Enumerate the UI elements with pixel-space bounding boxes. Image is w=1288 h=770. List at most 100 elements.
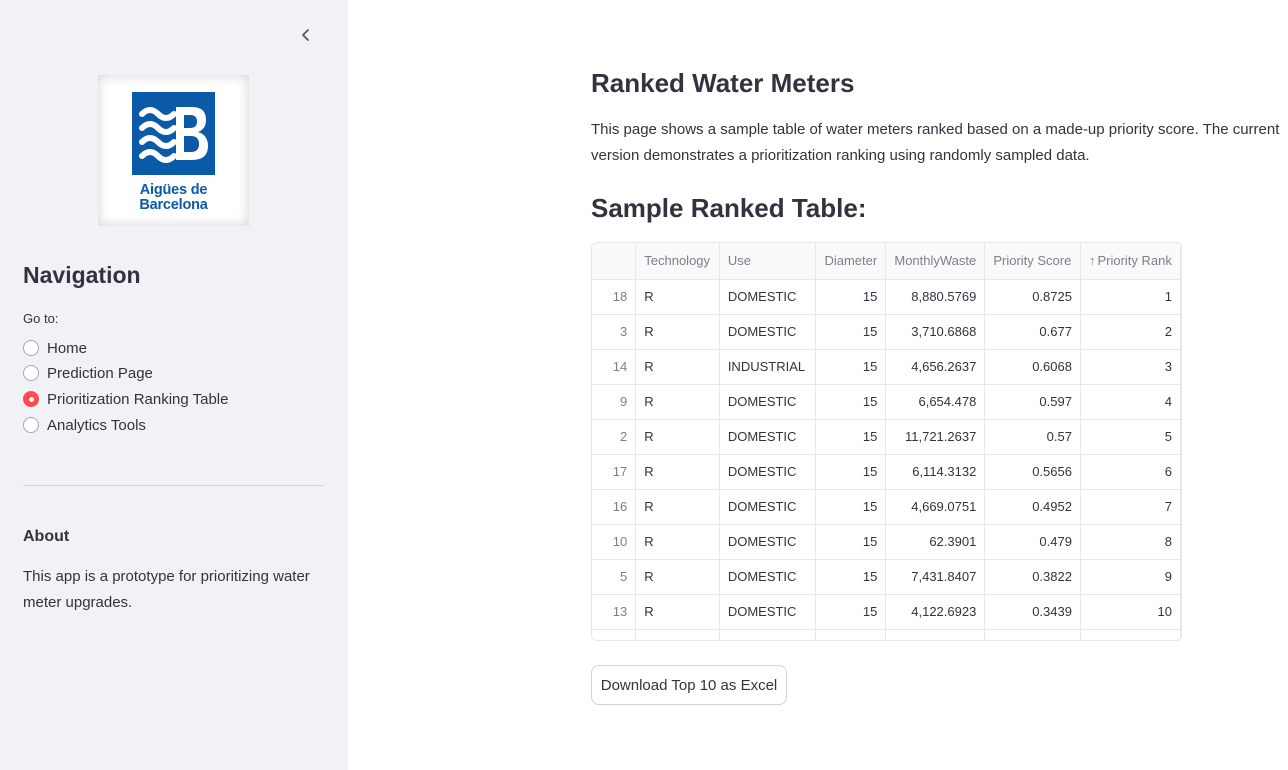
cell-use[interactable]: DOMESTIC xyxy=(719,524,817,560)
column-header-index[interactable] xyxy=(592,243,637,280)
table-row[interactable]: 14 R INDUSTRIAL 15 4,656.2637 0.6068 3 xyxy=(592,349,1181,385)
row-index[interactable]: 9 xyxy=(592,384,637,420)
cell-diameter[interactable]: 15 xyxy=(815,419,887,455)
cell-technology[interactable]: R xyxy=(635,314,720,350)
cell-use[interactable]: DOMESTIC xyxy=(719,454,817,490)
table-row[interactable]: 3 R DOMESTIC 15 3,710.6868 0.677 2 xyxy=(592,314,1181,350)
nav-option-home[interactable]: Home xyxy=(23,337,87,359)
row-index[interactable]: 2 xyxy=(592,419,637,455)
cell-diameter[interactable]: 15 xyxy=(815,454,887,490)
radio-button[interactable] xyxy=(23,340,39,356)
row-index[interactable]: 17 xyxy=(592,454,637,490)
column-header-diameter[interactable]: Diameter xyxy=(815,243,887,280)
table-row[interactable]: 9 R DOMESTIC 15 6,654.478 0.597 4 xyxy=(592,384,1181,420)
cell-use[interactable]: INDUSTRIAL xyxy=(719,349,817,385)
cell-technology[interactable] xyxy=(635,629,720,640)
radio-button-selected[interactable] xyxy=(23,391,39,407)
cell-monthlywaste[interactable]: 6,654.478 xyxy=(885,384,986,420)
cell-priority-rank[interactable]: 5 xyxy=(1080,419,1181,455)
cell-monthlywaste[interactable]: 7,431.8407 xyxy=(885,559,986,595)
cell-technology[interactable]: R xyxy=(635,524,720,560)
table-row[interactable]: 13 R DOMESTIC 15 4,122.6923 0.3439 10 xyxy=(592,594,1181,630)
column-header-monthlywaste[interactable]: MonthlyWaste xyxy=(885,243,986,280)
cell-priority-score[interactable]: 0.5656 xyxy=(984,454,1081,490)
table-row[interactable]: 10 R DOMESTIC 15 62.3901 0.479 8 xyxy=(592,524,1181,560)
cell-diameter[interactable]: 15 xyxy=(815,489,887,525)
row-index[interactable]: 18 xyxy=(592,279,637,315)
cell-priority-rank[interactable]: 9 xyxy=(1080,559,1181,595)
table-row[interactable] xyxy=(592,629,1181,640)
row-index[interactable]: 5 xyxy=(592,559,637,595)
cell-priority-rank[interactable]: 3 xyxy=(1080,349,1181,385)
cell-priority-score[interactable]: 0.57 xyxy=(984,419,1081,455)
cell-monthlywaste[interactable] xyxy=(885,629,986,640)
cell-technology[interactable]: R xyxy=(635,594,720,630)
cell-monthlywaste[interactable]: 4,669.0751 xyxy=(885,489,986,525)
column-header-technology[interactable]: Technology xyxy=(635,243,720,280)
cell-priority-score[interactable]: 0.6068 xyxy=(984,349,1081,385)
cell-use[interactable]: DOMESTIC xyxy=(719,419,817,455)
cell-use[interactable]: DOMESTIC xyxy=(719,594,817,630)
cell-priority-score[interactable]: 0.597 xyxy=(984,384,1081,420)
row-index[interactable]: 3 xyxy=(592,314,637,350)
cell-diameter[interactable]: 15 xyxy=(815,349,887,385)
cell-diameter[interactable]: 15 xyxy=(815,524,887,560)
cell-priority-rank[interactable]: 6 xyxy=(1080,454,1181,490)
cell-use[interactable]: DOMESTIC xyxy=(719,559,817,595)
cell-diameter[interactable]: 15 xyxy=(815,314,887,350)
cell-monthlywaste[interactable]: 4,122.6923 xyxy=(885,594,986,630)
column-header-priority-score[interactable]: Priority Score xyxy=(984,243,1081,280)
table-row[interactable]: 16 R DOMESTIC 15 4,669.0751 0.4952 7 xyxy=(592,489,1181,525)
cell-diameter[interactable]: 15 xyxy=(815,594,887,630)
cell-technology[interactable]: R xyxy=(635,419,720,455)
cell-priority-score[interactable] xyxy=(984,629,1081,640)
nav-option-prediction-page[interactable]: Prediction Page xyxy=(23,362,153,384)
ranked-table[interactable]: Technology Use Diameter MonthlyWaste Pri… xyxy=(591,242,1182,641)
cell-use[interactable]: DOMESTIC xyxy=(719,279,817,315)
cell-priority-score[interactable]: 0.3439 xyxy=(984,594,1081,630)
table-row[interactable]: 18 R DOMESTIC 15 8,880.5769 0.8725 1 xyxy=(592,279,1181,315)
cell-priority-score[interactable]: 0.3822 xyxy=(984,559,1081,595)
cell-monthlywaste[interactable]: 62.3901 xyxy=(885,524,986,560)
column-header-priority-rank[interactable]: ↑ Priority Rank xyxy=(1080,243,1181,280)
cell-priority-score[interactable]: 0.8725 xyxy=(984,279,1081,315)
cell-priority-rank[interactable]: 8 xyxy=(1080,524,1181,560)
cell-technology[interactable]: R xyxy=(635,349,720,385)
download-excel-button[interactable]: Download Top 10 as Excel xyxy=(591,665,787,705)
radio-button[interactable] xyxy=(23,417,39,433)
cell-monthlywaste[interactable]: 4,656.2637 xyxy=(885,349,986,385)
cell-priority-rank[interactable]: 7 xyxy=(1080,489,1181,525)
table-row[interactable]: 5 R DOMESTIC 15 7,431.8407 0.3822 9 xyxy=(592,559,1181,595)
cell-monthlywaste[interactable]: 11,721.2637 xyxy=(885,419,986,455)
cell-technology[interactable]: R xyxy=(635,559,720,595)
cell-diameter[interactable]: 15 xyxy=(815,279,887,315)
row-index[interactable]: 14 xyxy=(592,349,637,385)
cell-technology[interactable]: R xyxy=(635,279,720,315)
cell-technology[interactable]: R xyxy=(635,384,720,420)
nav-option-analytics-tools[interactable]: Analytics Tools xyxy=(23,414,146,436)
nav-option-prioritization-ranking-table[interactable]: Prioritization Ranking Table xyxy=(23,388,229,410)
cell-diameter[interactable]: 15 xyxy=(815,384,887,420)
cell-priority-score[interactable]: 0.479 xyxy=(984,524,1081,560)
cell-priority-rank[interactable]: 2 xyxy=(1080,314,1181,350)
cell-priority-rank[interactable]: 1 xyxy=(1080,279,1181,315)
row-index[interactable]: 13 xyxy=(592,594,637,630)
cell-use[interactable]: DOMESTIC xyxy=(719,489,817,525)
cell-priority-score[interactable]: 0.4952 xyxy=(984,489,1081,525)
cell-use[interactable]: DOMESTIC xyxy=(719,384,817,420)
cell-technology[interactable]: R xyxy=(635,489,720,525)
cell-use[interactable] xyxy=(719,629,817,640)
cell-priority-rank[interactable]: 4 xyxy=(1080,384,1181,420)
cell-technology[interactable]: R xyxy=(635,454,720,490)
cell-monthlywaste[interactable]: 6,114.3132 xyxy=(885,454,986,490)
cell-monthlywaste[interactable]: 8,880.5769 xyxy=(885,279,986,315)
cell-diameter[interactable]: 15 xyxy=(815,559,887,595)
cell-monthlywaste[interactable]: 3,710.6868 xyxy=(885,314,986,350)
radio-button[interactable] xyxy=(23,365,39,381)
cell-diameter[interactable] xyxy=(815,629,887,640)
cell-priority-rank[interactable] xyxy=(1080,629,1181,640)
row-index[interactable]: 16 xyxy=(592,489,637,525)
row-index[interactable] xyxy=(592,629,637,640)
cell-priority-score[interactable]: 0.677 xyxy=(984,314,1081,350)
table-row[interactable]: 2 R DOMESTIC 15 11,721.2637 0.57 5 xyxy=(592,419,1181,455)
